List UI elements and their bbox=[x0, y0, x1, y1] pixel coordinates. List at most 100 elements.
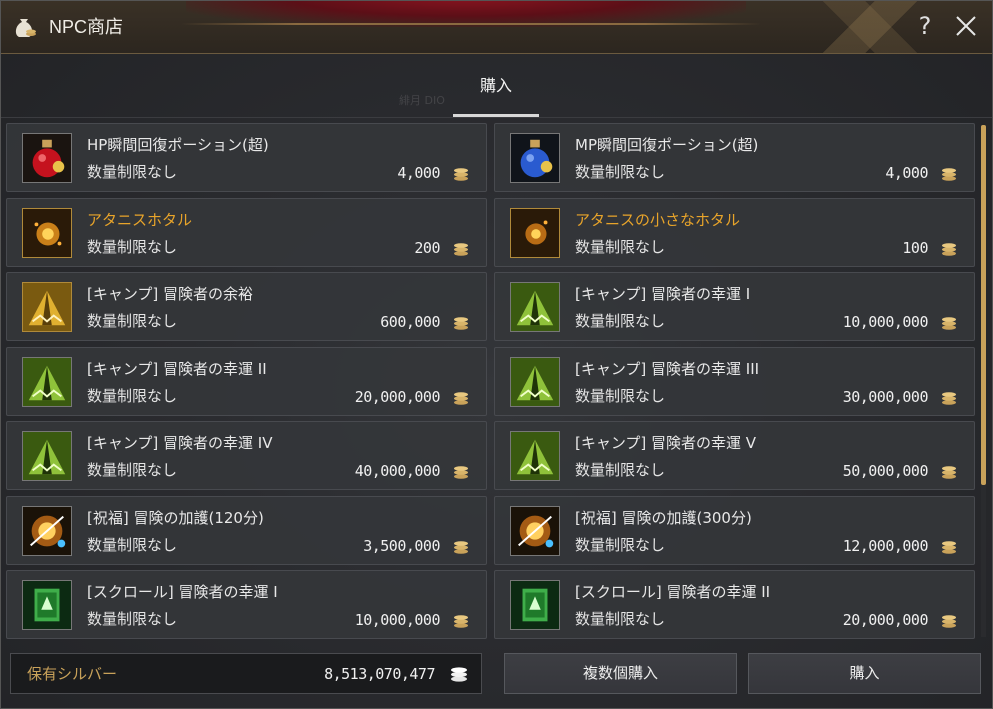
shop-item[interactable]: [キャンプ] 冒険者の幸運 V 数量制限なし 50,000,000 bbox=[494, 421, 975, 490]
item-name: アタニスホタル bbox=[87, 211, 193, 229]
shop-item[interactable]: [キャンプ] 冒険者の幸運 I 数量制限なし 10,000,000 bbox=[494, 272, 975, 341]
coin-icon bbox=[940, 388, 958, 406]
item-quantity-limit: 数量制限なし bbox=[575, 312, 666, 330]
item-price: 12,000,000 bbox=[842, 537, 929, 555]
item-price: 200 bbox=[414, 239, 440, 257]
small-firefly-icon bbox=[510, 208, 560, 258]
tab-purchase[interactable]: 購入 bbox=[453, 72, 539, 116]
item-price: 10,000,000 bbox=[842, 313, 929, 331]
coin-icon bbox=[452, 388, 470, 406]
buy-button[interactable]: 購入 bbox=[748, 653, 981, 694]
shop-item[interactable]: HP瞬間回復ポーション(超) 数量制限なし 4,000 bbox=[6, 123, 487, 192]
title-bar[interactable]: NPC商店 ? bbox=[1, 1, 992, 54]
coin-icon bbox=[940, 164, 958, 182]
blessing-icon bbox=[22, 506, 72, 556]
item-list: HP瞬間回復ポーション(超) 数量制限なし 4,000 MP瞬間回復ポーション(超) 数… bbox=[6, 123, 978, 639]
camp-tent-green-icon bbox=[510, 357, 560, 407]
shop-item[interactable]: アタニスホタル 数量制限なし 200 bbox=[6, 198, 487, 267]
item-price: 600,000 bbox=[380, 313, 440, 331]
item-name: [キャンプ] 冒険者の幸運 IV bbox=[87, 434, 273, 452]
item-quantity-limit: 数量制限なし bbox=[87, 610, 178, 628]
coin-icon bbox=[940, 239, 958, 257]
item-quantity-limit: 数量制限なし bbox=[575, 163, 666, 181]
item-name: [祝福] 冒険の加護(120分) bbox=[87, 509, 264, 527]
item-quantity-limit: 数量制限なし bbox=[87, 387, 178, 405]
camp-tent-green-icon bbox=[510, 282, 560, 332]
scrollbar-thumb[interactable] bbox=[981, 125, 986, 485]
shop-item[interactable]: [キャンプ] 冒険者の幸運 III 数量制限なし 30,000,000 bbox=[494, 347, 975, 416]
npc-shop-window: NPC商店 ? 緋月 DIO 購入 HP瞬間回復ポーション(超) 数量制限なし 4,… bbox=[0, 0, 993, 709]
item-price: 3,500,000 bbox=[363, 537, 440, 555]
background-watermark: 緋月 DIO bbox=[399, 94, 445, 107]
coin-icon bbox=[940, 537, 958, 555]
silver-coin-icon bbox=[451, 667, 467, 682]
item-price: 50,000,000 bbox=[842, 462, 929, 480]
item-quantity-limit: 数量制限なし bbox=[87, 536, 178, 554]
item-name: [スクロール] 冒険者の幸運 I bbox=[87, 583, 278, 601]
blessing-icon bbox=[510, 506, 560, 556]
shop-item[interactable]: [キャンプ] 冒険者の幸運 II 数量制限なし 20,000,000 bbox=[6, 347, 487, 416]
shop-item[interactable]: [祝福] 冒険の加護(300分) 数量制限なし 12,000,000 bbox=[494, 496, 975, 565]
item-name: [スクロール] 冒険者の幸運 II bbox=[575, 583, 771, 601]
title-ornament-line bbox=[181, 23, 761, 25]
item-quantity-limit: 数量制限なし bbox=[87, 238, 178, 256]
coin-icon bbox=[940, 611, 958, 629]
camp-tent-gold-icon bbox=[22, 282, 72, 332]
tab-divider bbox=[1, 117, 992, 118]
coin-icon bbox=[452, 313, 470, 331]
hp-potion-icon bbox=[22, 133, 72, 183]
silver-value: 8,513,070,477 bbox=[324, 665, 435, 683]
shop-item[interactable]: [スクロール] 冒険者の幸運 II 数量制限なし 20,000,000 bbox=[494, 570, 975, 639]
item-quantity-limit: 数量制限なし bbox=[87, 461, 178, 479]
item-price: 10,000,000 bbox=[354, 611, 441, 629]
coin-icon bbox=[940, 313, 958, 331]
silver-label: 保有シルバー bbox=[27, 665, 118, 683]
item-name: [キャンプ] 冒険者の幸運 III bbox=[575, 360, 760, 378]
shop-item[interactable]: アタニスの小さなホタル 数量制限なし 100 bbox=[494, 198, 975, 267]
firefly-icon bbox=[22, 208, 72, 258]
camp-tent-green-icon bbox=[22, 431, 72, 481]
item-price: 20,000,000 bbox=[354, 388, 441, 406]
camp-tent-green-icon bbox=[510, 431, 560, 481]
coin-icon bbox=[452, 537, 470, 555]
item-price: 100 bbox=[902, 239, 928, 257]
item-quantity-limit: 数量制限なし bbox=[87, 312, 178, 330]
item-name: [キャンプ] 冒険者の幸運 V bbox=[575, 434, 757, 452]
scroll-icon bbox=[22, 580, 72, 630]
item-name: [祝福] 冒険の加護(300分) bbox=[575, 509, 752, 527]
money-bag-icon bbox=[15, 19, 36, 37]
item-price: 40,000,000 bbox=[354, 462, 441, 480]
coin-icon bbox=[452, 239, 470, 257]
help-button[interactable]: ? bbox=[913, 11, 937, 41]
item-quantity-limit: 数量制限なし bbox=[575, 461, 666, 479]
shop-item[interactable]: MP瞬間回復ポーション(超) 数量制限なし 4,000 bbox=[494, 123, 975, 192]
item-price: 30,000,000 bbox=[842, 388, 929, 406]
coin-icon bbox=[452, 611, 470, 629]
shop-item[interactable]: [祝福] 冒険の加護(120分) 数量制限なし 3,500,000 bbox=[6, 496, 487, 565]
item-price: 20,000,000 bbox=[842, 611, 929, 629]
mp-potion-icon bbox=[510, 133, 560, 183]
item-name: [キャンプ] 冒険者の余裕 bbox=[87, 285, 254, 303]
coin-icon bbox=[452, 164, 470, 182]
item-price: 4,000 bbox=[397, 164, 440, 182]
item-quantity-limit: 数量制限なし bbox=[87, 163, 178, 181]
item-price: 4,000 bbox=[885, 164, 928, 182]
coin-icon bbox=[452, 462, 470, 480]
item-quantity-limit: 数量制限なし bbox=[575, 387, 666, 405]
multi-buy-button[interactable]: 複数個購入 bbox=[504, 653, 737, 694]
camp-tent-green-icon bbox=[22, 357, 72, 407]
item-name: アタニスの小さなホタル bbox=[575, 211, 741, 229]
coin-icon bbox=[940, 462, 958, 480]
item-name: HP瞬間回復ポーション(超) bbox=[87, 136, 269, 154]
item-name: MP瞬間回復ポーション(超) bbox=[575, 136, 759, 154]
shop-item[interactable]: [スクロール] 冒険者の幸運 I 数量制限なし 10,000,000 bbox=[6, 570, 487, 639]
item-quantity-limit: 数量制限なし bbox=[575, 536, 666, 554]
item-quantity-limit: 数量制限なし bbox=[575, 238, 666, 256]
shop-item[interactable]: [キャンプ] 冒険者の余裕 数量制限なし 600,000 bbox=[6, 272, 487, 341]
item-quantity-limit: 数量制限なし bbox=[575, 610, 666, 628]
close-icon[interactable] bbox=[951, 11, 981, 41]
shop-item[interactable]: [キャンプ] 冒険者の幸運 IV 数量制限なし 40,000,000 bbox=[6, 421, 487, 490]
scroll-icon bbox=[510, 580, 560, 630]
tab-bar: 緋月 DIO 購入 bbox=[1, 54, 992, 118]
silver-balance: 保有シルバー 8,513,070,477 bbox=[10, 653, 482, 694]
